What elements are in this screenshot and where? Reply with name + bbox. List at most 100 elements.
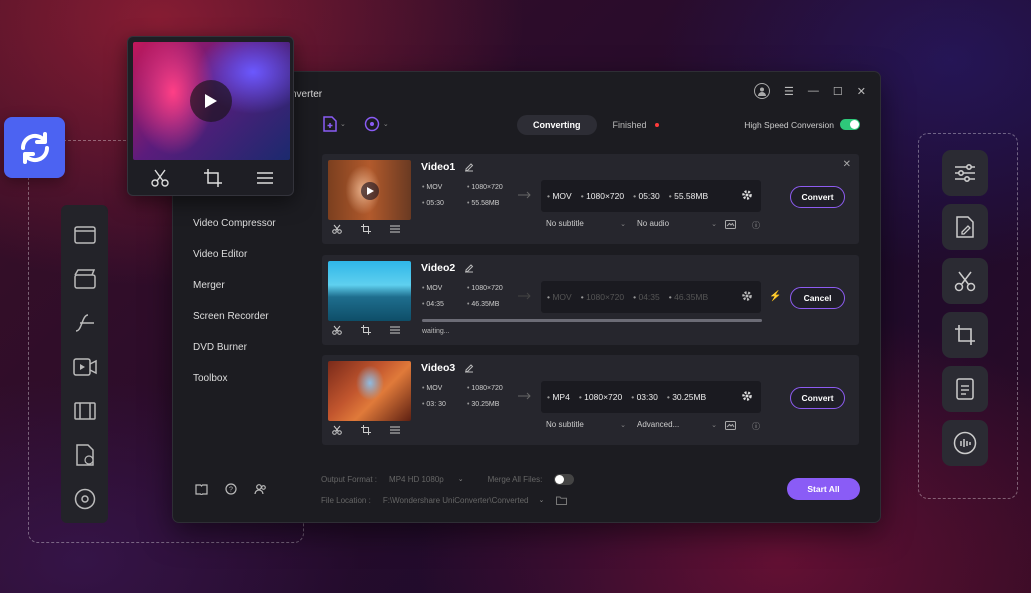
settings-gear-icon[interactable] — [741, 290, 753, 302]
add-file-icon[interactable]: ⌄ — [323, 116, 346, 132]
target-format: MOV — [547, 191, 571, 201]
target-format: MOV — [547, 292, 571, 302]
nav-video-compressor[interactable]: Video Compressor — [193, 218, 276, 229]
svg-text:?: ? — [229, 487, 233, 494]
guide-book-icon[interactable] — [195, 483, 208, 495]
target-format-box[interactable]: MP4 1080×720 03:30 30.25MB — [541, 381, 761, 413]
effects-icon[interactable] — [390, 425, 400, 435]
output-format-select[interactable]: MP4 HD 1080p ⌄ — [389, 475, 464, 484]
video-thumbnail[interactable] — [328, 361, 411, 421]
folder-icon[interactable] — [556, 496, 568, 505]
nav-screen-recorder[interactable]: Screen Recorder — [193, 311, 276, 322]
merge-toggle[interactable] — [554, 474, 575, 485]
tab-finished[interactable]: Finished — [605, 115, 667, 135]
target-format-box[interactable]: MOV 1080×720 05:30 55.58MB — [541, 180, 761, 212]
video-card-1: Video1 MOV 1080×720 05:30 55.58MB MOV 10… — [322, 154, 859, 244]
maximize-icon[interactable]: ☐ — [833, 85, 843, 98]
clapper-icon[interactable] — [72, 267, 98, 291]
film-strip-icon[interactable] — [72, 399, 98, 423]
nav-merger[interactable]: Merger — [193, 280, 276, 291]
screen-record-icon[interactable] — [72, 355, 98, 379]
source-format: MOV — [422, 184, 467, 191]
subtitle-doc-icon[interactable] — [942, 366, 988, 412]
video-thumbnail[interactable] — [328, 160, 411, 220]
add-disc-icon[interactable]: ⌄ — [364, 116, 389, 132]
subtitle-image-icon[interactable] — [725, 220, 736, 229]
chevron-down-icon: ⌄ — [620, 421, 626, 429]
video-name: Video1 — [421, 161, 474, 173]
trim-scissors-icon[interactable] — [332, 224, 342, 234]
crop-icon[interactable] — [942, 312, 988, 358]
source-size: 55.58MB — [467, 200, 517, 207]
nav-toolbox[interactable]: Toolbox — [193, 373, 276, 384]
status-text: waiting... — [422, 328, 450, 335]
menu-icon[interactable]: ☰ — [784, 85, 794, 98]
source-format: MOV — [422, 385, 467, 392]
trim-scissors-icon[interactable] — [332, 325, 342, 335]
nav-dvd-burner[interactable]: DVD Burner — [193, 342, 276, 353]
account-icon[interactable] — [754, 83, 771, 99]
crop-icon[interactable] — [361, 224, 371, 234]
video-thumbnail[interactable] — [328, 261, 411, 321]
source-size: 30.25MB — [467, 401, 517, 408]
minimize-icon[interactable]: — — [808, 85, 819, 97]
subtitle-select[interactable]: No subtitle ⌄ — [546, 219, 626, 228]
file-edit-icon[interactable] — [942, 204, 988, 250]
tab-converting[interactable]: Converting — [517, 115, 597, 135]
subtitle-value: No subtitle — [546, 219, 584, 228]
tab-finished-label: Finished — [612, 120, 647, 130]
settings-gear-icon[interactable] — [741, 390, 753, 402]
close-icon[interactable]: ✕ — [857, 85, 866, 98]
output-format-value: MP4 HD 1080p — [389, 475, 444, 484]
video-title: Video2 — [421, 262, 456, 274]
crop-icon[interactable] — [361, 325, 371, 335]
audio-value: No audio — [637, 219, 670, 228]
high-speed-toggle[interactable] — [840, 119, 860, 130]
target-format-box[interactable]: MOV 1080×720 04:35 46.35MB — [541, 281, 761, 313]
cancel-button[interactable]: Cancel — [790, 287, 845, 309]
info-icon[interactable]: ⓘ — [752, 421, 760, 432]
scissors-icon[interactable] — [942, 258, 988, 304]
lightning-icon: ⚡ — [769, 291, 782, 302]
audio-wave-icon[interactable] — [942, 420, 988, 466]
thumbnail-tools — [332, 325, 400, 335]
start-all-button[interactable]: Start All — [787, 478, 860, 500]
file-location-select[interactable]: F:\Wondershare UniConverter\Converted ⌄ — [383, 496, 545, 505]
convert-button[interactable]: Convert — [790, 186, 845, 208]
video-convert-icon[interactable] — [72, 223, 98, 247]
remove-video-icon[interactable]: ✕ — [843, 159, 851, 170]
menu-lines-icon[interactable] — [256, 171, 273, 185]
settings-gear-icon[interactable] — [741, 189, 753, 201]
arrow-right-icon — [518, 392, 532, 400]
subtitle-select[interactable]: No subtitle ⌄ — [546, 420, 626, 429]
subtitle-image-icon[interactable] — [725, 421, 736, 430]
crop-icon[interactable] — [361, 425, 371, 435]
convert-button[interactable]: Convert — [790, 387, 845, 409]
info-icon[interactable]: ⓘ — [752, 220, 760, 231]
tab-bar: Converting Finished — [517, 115, 667, 135]
play-icon[interactable] — [190, 80, 232, 122]
help-icon[interactable]: ? — [225, 483, 237, 495]
disc-icon[interactable] — [72, 487, 98, 511]
nav-video-editor[interactable]: Video Editor — [193, 249, 276, 260]
play-icon[interactable] — [361, 182, 379, 200]
sliders-icon[interactable] — [942, 150, 988, 196]
edit-name-icon[interactable] — [464, 363, 474, 373]
scissors-icon[interactable] — [150, 169, 169, 187]
edit-name-icon[interactable] — [464, 263, 474, 273]
source-duration: 04:35 — [422, 301, 467, 308]
window-controls: ☰ — ☐ ✕ — [754, 83, 866, 99]
target-size: 55.58MB — [669, 191, 708, 201]
edit-name-icon[interactable] — [464, 162, 474, 172]
trim-scissors-icon[interactable] — [332, 425, 342, 435]
crop-icon[interactable] — [203, 169, 222, 187]
curve-edit-icon[interactable] — [72, 311, 98, 335]
high-speed-label: High Speed Conversion — [744, 119, 834, 130]
audio-select[interactable]: No audio ⌄ — [637, 219, 717, 228]
effects-icon[interactable] — [390, 325, 400, 335]
progress-fill — [422, 319, 762, 322]
audio-select[interactable]: Advanced... ⌄ — [637, 420, 717, 429]
effects-icon[interactable] — [390, 224, 400, 234]
users-icon[interactable] — [254, 483, 267, 495]
document-play-icon[interactable] — [72, 443, 98, 467]
